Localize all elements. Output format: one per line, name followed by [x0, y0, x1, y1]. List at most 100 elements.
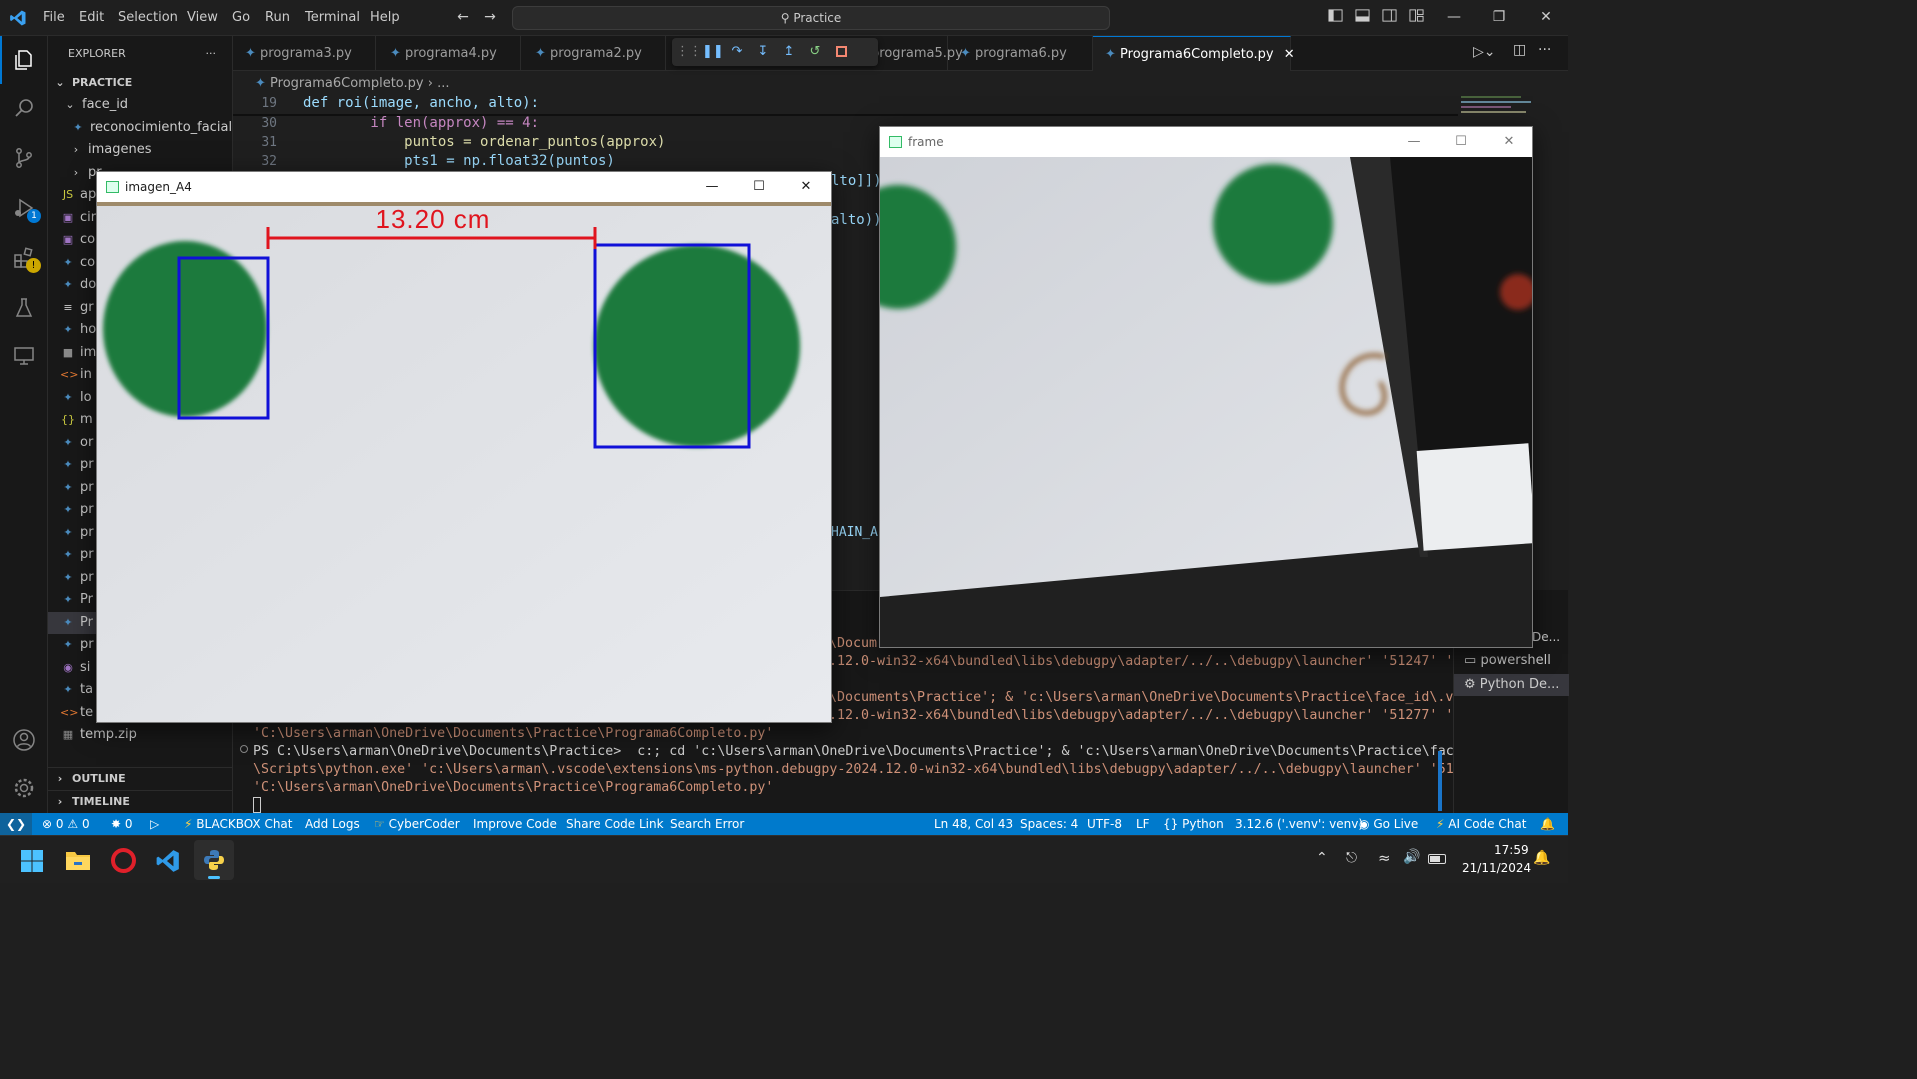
terminal-session-powershell[interactable]: ▭ powershell: [1464, 653, 1551, 668]
close-icon[interactable]: ✕: [783, 172, 829, 202]
close-tab-icon[interactable]: ✕: [1284, 47, 1295, 62]
toggle-panel-icon[interactable]: [1353, 8, 1371, 26]
search-error[interactable]: Search Error: [670, 813, 744, 835]
cursor-position[interactable]: Ln 48, Col 43: [934, 813, 1013, 835]
close-icon[interactable]: ✕: [1486, 127, 1532, 157]
vscode-taskbar-icon[interactable]: [155, 848, 181, 874]
more-actions-icon[interactable]: ···: [206, 36, 217, 71]
drag-handle-icon[interactable]: ⋮⋮: [676, 43, 702, 61]
step-out-icon[interactable]: ↥: [780, 43, 798, 61]
tree-item[interactable]: ▦ temp.zip: [48, 724, 232, 746]
tree-item[interactable]: › imagenes: [48, 139, 232, 161]
terminal-session-python-debug[interactable]: ⚙ Python De...: [1454, 674, 1569, 696]
menu-selection[interactable]: Selection: [118, 0, 178, 36]
tab-programa2[interactable]: ✦ programa2.py: [523, 36, 666, 71]
language-mode[interactable]: {} Python: [1163, 813, 1224, 835]
remote-indicator[interactable]: ❮❯: [0, 813, 32, 835]
editor-more-icon[interactable]: ···: [1538, 42, 1551, 58]
stop-icon[interactable]: [832, 43, 850, 61]
remote-explorer-icon[interactable]: [0, 332, 48, 380]
volume-icon[interactable]: 🔊: [1403, 849, 1420, 865]
breadcrumb-symbol[interactable]: ...: [437, 76, 449, 91]
explorer-icon[interactable]: [0, 36, 48, 84]
blackbox-chat[interactable]: ⚡ BLACKBOX Chat: [184, 813, 292, 835]
encoding[interactable]: UTF-8: [1087, 813, 1122, 835]
maximize-icon[interactable]: ☐: [1438, 127, 1484, 157]
settings-gear-icon[interactable]: [0, 764, 48, 812]
menu-file[interactable]: File: [43, 0, 65, 36]
toggle-sidebar-icon[interactable]: [1326, 8, 1344, 26]
tab-programa4[interactable]: ✦ programa4.py: [378, 36, 521, 71]
show-hidden-icons-chevron-icon[interactable]: ⌃: [1316, 850, 1328, 866]
menu-go[interactable]: Go: [232, 0, 250, 36]
file-explorer-icon[interactable]: [65, 848, 91, 872]
minimize-icon[interactable]: —: [689, 172, 735, 202]
menu-help[interactable]: Help: [370, 0, 400, 36]
battery-icon[interactable]: [1428, 854, 1446, 864]
windows-start-icon[interactable]: [20, 849, 44, 873]
tree-item[interactable]: ⌄ face_id: [48, 94, 232, 116]
debug-run-icon[interactable]: ▷: [150, 813, 159, 835]
extensions-icon[interactable]: !: [0, 234, 48, 282]
testing-flask-icon[interactable]: [0, 284, 48, 332]
python-taskbar-icon[interactable]: [194, 840, 234, 880]
maximize-icon[interactable]: ☐: [736, 172, 782, 202]
step-over-icon[interactable]: ↷: [728, 43, 746, 61]
opera-browser-icon[interactable]: [111, 848, 136, 873]
tab-programa6completo[interactable]: ✦ Programa6Completo.py ✕: [1093, 36, 1295, 71]
tab-programa6[interactable]: ✦ programa6.py: [948, 36, 1093, 71]
forward-arrow-icon[interactable]: →: [481, 8, 499, 26]
search-activity-icon[interactable]: [0, 84, 48, 132]
python-interpreter[interactable]: 3.12.6 ('.venv': venv): [1235, 813, 1363, 835]
ai-code-chat[interactable]: ⚡ AI Code Chat: [1436, 813, 1526, 835]
run-python-file-icon[interactable]: ▷⌄: [1473, 44, 1496, 60]
network-off-icon[interactable]: ⎋: [1346, 850, 1357, 866]
run-debug-icon[interactable]: 1: [0, 184, 48, 232]
end-of-line[interactable]: LF: [1136, 813, 1150, 835]
wifi-icon[interactable]: ≈: [1378, 849, 1391, 867]
minimize-icon[interactable]: —: [1445, 8, 1463, 26]
menu-terminal[interactable]: Terminal: [305, 0, 360, 36]
close-icon[interactable]: ✕: [1537, 8, 1555, 26]
toggle-secondary-sidebar-icon[interactable]: [1380, 8, 1398, 26]
restart-icon[interactable]: ↺: [806, 43, 824, 61]
timeline-section[interactable]: › TIMELINE: [48, 790, 232, 812]
share-code-link[interactable]: Share Code Link: [566, 813, 664, 835]
frame-window[interactable]: frame — ☐ ✕: [879, 126, 1533, 648]
split-editor-icon[interactable]: ◫: [1513, 42, 1526, 58]
clock-date[interactable]: 21/11/2024: [1462, 861, 1531, 875]
source-control-icon[interactable]: [0, 134, 48, 182]
workspace-root[interactable]: ⌄ PRACTICE: [48, 72, 232, 94]
hand-icon: ☞: [374, 817, 385, 831]
cybercoder[interactable]: ☞ CyberCoder: [374, 813, 460, 835]
ports-indicator[interactable]: ✸ 0: [111, 813, 133, 835]
menu-run[interactable]: Run: [265, 0, 290, 36]
command-center-search[interactable]: ⚲ Practice: [512, 6, 1110, 30]
menu-edit[interactable]: Edit: [79, 0, 104, 36]
restore-icon[interactable]: ❐: [1490, 8, 1508, 26]
terminal-session[interactable]: De...: [1532, 630, 1560, 644]
window-title-bar[interactable]: imagen_A4 — ☐ ✕: [97, 172, 831, 202]
breadcrumb-file[interactable]: Programa6Completo.py: [270, 76, 424, 91]
account-icon[interactable]: [0, 716, 48, 764]
imagen-a4-window[interactable]: imagen_A4 — ☐ ✕ 13.20 cm: [96, 171, 832, 723]
outline-section[interactable]: › OUTLINE: [48, 767, 232, 789]
minimize-icon[interactable]: —: [1391, 127, 1437, 157]
improve-code[interactable]: Improve Code: [473, 813, 557, 835]
notifications-bell-icon[interactable]: 🔔: [1540, 813, 1555, 835]
tree-item[interactable]: ✦ reconocimiento_facial....: [48, 117, 232, 139]
notification-bell-icon[interactable]: 🔔: [1533, 850, 1550, 866]
terminal-scrollbar[interactable]: [1438, 751, 1442, 811]
add-logs[interactable]: Add Logs: [305, 813, 360, 835]
pause-icon[interactable]: ❚❚: [702, 43, 724, 61]
problems-indicator[interactable]: ⊗ 0 ⚠ 0: [42, 813, 90, 835]
go-live[interactable]: ◉ Go Live: [1359, 813, 1418, 835]
menu-view[interactable]: View: [187, 0, 218, 36]
step-into-icon[interactable]: ↧: [754, 43, 772, 61]
clock-time[interactable]: 17:59: [1494, 843, 1529, 857]
window-title-bar[interactable]: frame — ☐ ✕: [880, 127, 1532, 157]
back-arrow-icon[interactable]: ←: [454, 8, 472, 26]
indentation[interactable]: Spaces: 4: [1020, 813, 1078, 835]
customize-layout-icon[interactable]: [1407, 8, 1425, 26]
tab-programa3[interactable]: ✦ programa3.py: [233, 36, 376, 71]
